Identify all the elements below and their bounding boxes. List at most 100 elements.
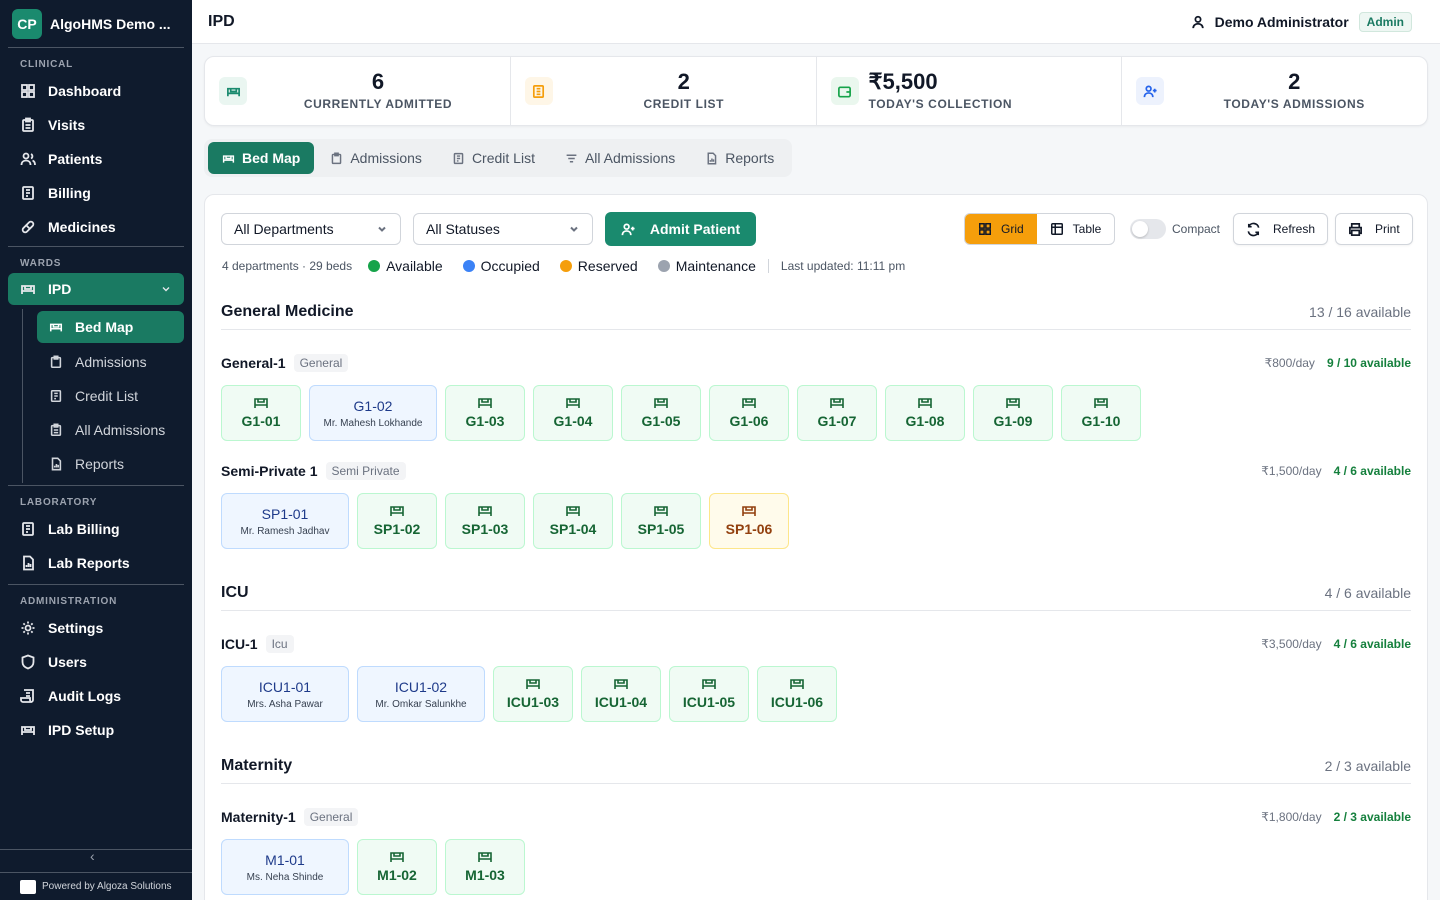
bed-tile[interactable]: G1-06 <box>709 385 789 441</box>
bed-code: G1-07 <box>817 413 857 429</box>
stat-currently-admitted: 6 CURRENTLY ADMITTED <box>205 57 511 125</box>
sidebar-item-settings[interactable]: Settings <box>0 611 192 645</box>
sidebar-subitem-admissions[interactable]: Admissions <box>37 345 184 379</box>
bed-patient-name: Mr. Omkar Salunkhe <box>375 698 467 710</box>
bed-tile[interactable]: G1-09 <box>973 385 1053 441</box>
bed-tile[interactable]: M1-02 <box>357 839 437 895</box>
tab-admissions[interactable]: Admissions <box>316 142 436 174</box>
bed-tile[interactable]: SP1-06 <box>709 493 789 549</box>
bed-tile[interactable]: M1-01 Ms. Neha Shinde <box>221 839 349 895</box>
department-name: ICU <box>221 583 249 601</box>
bed-tile[interactable]: ICU1-02 Mr. Omkar Salunkhe <box>357 666 485 722</box>
grid-icon <box>979 223 991 235</box>
bed-tile[interactable]: G1-07 <box>797 385 877 441</box>
sidebar-subitem-credit-list[interactable]: Credit List <box>37 379 184 413</box>
bed-icon <box>702 679 716 689</box>
bed-icon <box>49 323 63 332</box>
compact-toggle[interactable] <box>1130 219 1166 239</box>
ward-type-badge: General <box>303 808 359 826</box>
bed-code: M1-01 <box>265 851 305 868</box>
sidebar-item-patients[interactable]: Patients <box>0 142 192 176</box>
bed-code: G1-10 <box>1081 413 1121 429</box>
ward-type-badge: Semi Private <box>325 462 406 480</box>
user-menu[interactable]: Demo Administrator Admin <box>1191 11 1412 32</box>
bed-tile[interactable]: G1-01 <box>221 385 301 441</box>
status-select-value: All Statuses <box>426 221 500 237</box>
bed-icon <box>219 77 247 105</box>
collapse-sidebar-button[interactable]: ‹ <box>90 848 95 864</box>
ward-header: ICU-1 Icu ₹3,500/day 4 / 6 available <box>221 633 1411 655</box>
brand[interactable]: CP AlgoHMS Demo ... <box>8 0 184 48</box>
user-plus-icon <box>1136 77 1165 105</box>
sidebar-item-medicines[interactable]: Medicines <box>0 210 192 244</box>
bed-icon <box>918 398 932 408</box>
divider <box>767 259 769 273</box>
department-section: Maternity 2 / 3 available <box>221 748 1411 784</box>
sidebar-item-dashboard[interactable]: Dashboard <box>0 74 192 108</box>
brand-name: AlgoHMS Demo ... <box>50 15 171 32</box>
sidebar-item-ipd[interactable]: IPD <box>8 273 184 305</box>
bed-tile[interactable]: G1-03 <box>445 385 525 441</box>
status-select[interactable]: All Statuses <box>413 213 593 245</box>
sidebar-item-label: Users <box>48 654 87 670</box>
bed-tile[interactable]: ICU1-05 <box>669 666 749 722</box>
tab-reports[interactable]: Reports <box>691 142 788 174</box>
tab-all-admissions[interactable]: All Admissions <box>551 142 689 174</box>
bed-tile[interactable]: G1-02 Mr. Mahesh Lokhande <box>309 385 437 441</box>
file-chart-icon <box>51 457 62 471</box>
bed-tile[interactable]: ICU1-01 Mrs. Asha Pawar <box>221 666 349 722</box>
user-icon <box>1191 15 1204 28</box>
legend-label: Reserved <box>577 258 638 274</box>
sidebar-item-label: Lab Reports <box>48 555 130 571</box>
tab-bed-map[interactable]: Bed Map <box>208 142 315 174</box>
print-button[interactable]: Print <box>1335 213 1413 245</box>
sidebar-subitem-all-admissions[interactable]: All Admissions <box>37 413 184 447</box>
tab-label: Credit List <box>471 150 535 166</box>
bed-tile[interactable]: ICU1-03 <box>493 666 573 722</box>
receipt-icon <box>22 522 34 536</box>
sidebar-item-lab-reports[interactable]: Lab Reports <box>0 546 192 580</box>
sidebar-item-label: Medicines <box>48 219 116 235</box>
bed-tile[interactable]: SP1-02 <box>357 493 437 549</box>
bed-tile[interactable]: SP1-05 <box>621 493 701 549</box>
section-label-clinical: CLINICAL <box>20 59 74 70</box>
refresh-button[interactable]: Refresh <box>1233 213 1329 245</box>
admit-patient-button[interactable]: Admit Patient <box>605 212 756 246</box>
sidebar-item-audit-logs[interactable]: Audit Logs <box>0 679 192 713</box>
bed-tile[interactable]: SP1-04 <box>533 493 613 549</box>
tab-credit-list[interactable]: Credit List <box>438 142 549 174</box>
bed-tile[interactable]: M1-03 <box>445 839 525 895</box>
bed-tile[interactable]: G1-04 <box>533 385 613 441</box>
bed-tile[interactable]: G1-10 <box>1061 385 1141 441</box>
sidebar-item-ipd-setup[interactable]: IPD Setup <box>0 713 192 747</box>
sidebar-subitem-bed-map[interactable]: Bed Map <box>37 311 184 343</box>
sidebar-item-label: IPD <box>48 281 72 297</box>
bed-tile[interactable]: SP1-03 <box>445 493 525 549</box>
bed-tile[interactable]: G1-05 <box>621 385 701 441</box>
sidebar-item-users[interactable]: Users <box>0 645 192 679</box>
sidebar-item-billing[interactable]: Billing <box>0 176 192 210</box>
bed-tile[interactable]: ICU1-06 <box>757 666 837 722</box>
sidebar-subitem-label: All Admissions <box>75 422 166 438</box>
last-updated: Last updated: 11:11 pm <box>780 259 906 273</box>
role-badge: Admin <box>1358 11 1412 32</box>
tab-label: All Admissions <box>584 150 676 166</box>
sidebar-item-visits[interactable]: Visits <box>0 108 192 142</box>
bed-tile[interactable]: G1-08 <box>885 385 965 441</box>
receipt-icon <box>50 389 62 403</box>
bed-code: SP1-01 <box>261 505 309 522</box>
bed-code: G1-04 <box>553 413 593 429</box>
bed-tile[interactable]: ICU1-04 <box>581 666 661 722</box>
bed-tile[interactable]: SP1-01 Mr. Ramesh Jadhav <box>221 493 349 549</box>
print-label: Print <box>1375 222 1400 236</box>
user-name: Demo Administrator <box>1214 13 1349 30</box>
bed-code: SP1-04 <box>549 521 597 537</box>
table-view-button[interactable]: Table <box>1037 214 1115 244</box>
department-select[interactable]: All Departments <box>221 213 401 245</box>
sidebar-item-lab-billing[interactable]: Lab Billing <box>0 512 192 546</box>
sidebar-subitem-reports[interactable]: Reports <box>37 447 184 481</box>
grid-view-button[interactable]: Grid <box>965 214 1037 244</box>
ward-availability: 4 / 6 available <box>1333 637 1411 651</box>
sidebar: CP AlgoHMS Demo ... CLINICAL Dashboard V… <box>0 0 192 900</box>
tab-label: Admissions <box>350 150 422 166</box>
